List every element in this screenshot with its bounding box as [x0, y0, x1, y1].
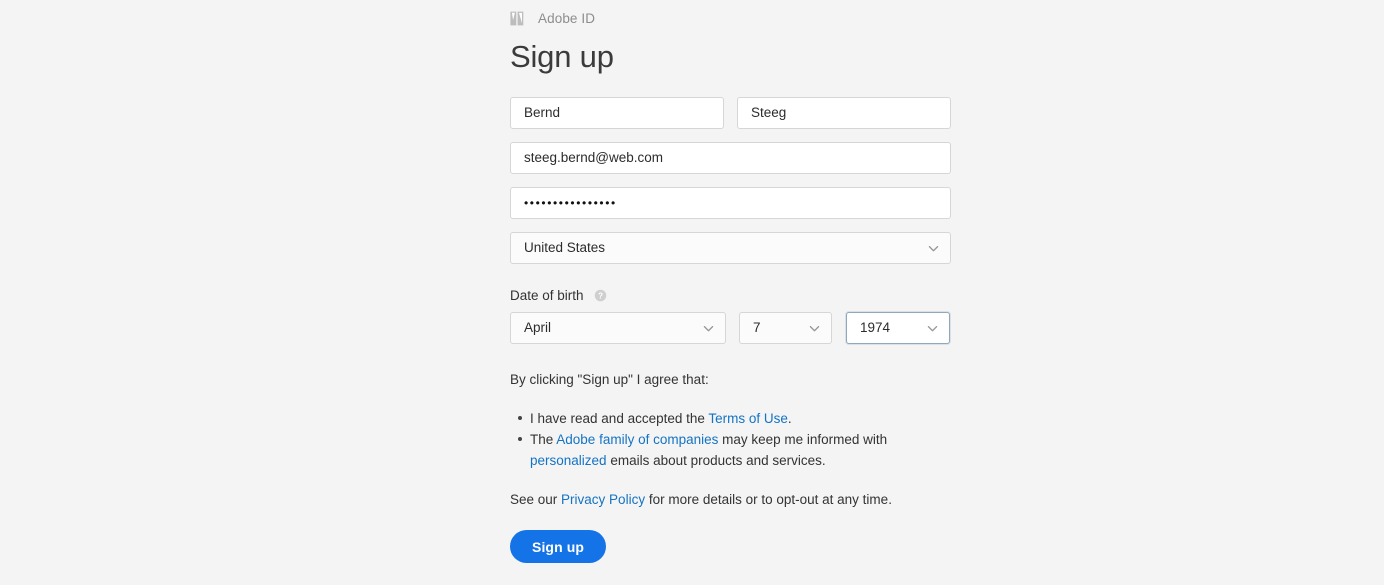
first-name-value: Bernd — [524, 105, 561, 121]
chevron-down-icon — [809, 325, 820, 331]
legal-bullet-marketing: The Adobe family of companies may keep m… — [510, 429, 951, 472]
country-value: United States — [524, 240, 606, 256]
help-circle-icon[interactable]: ? — [594, 289, 607, 302]
brand-header: Adobe ID — [510, 0, 951, 30]
adobe-a-logo-icon — [510, 11, 524, 25]
password-masked-value: •••••••••••••••• — [524, 196, 617, 210]
first-name-input[interactable]: Bernd — [510, 97, 724, 129]
date-of-birth-row: April 7 1974 — [510, 312, 951, 344]
password-row: •••••••••••••••• — [510, 187, 951, 219]
adobe-family-link[interactable]: Adobe family of companies — [556, 432, 718, 447]
country-row: United States — [510, 232, 951, 264]
privacy-policy-link[interactable]: Privacy Policy — [561, 492, 645, 507]
email-value: steeg.bernd@web.com — [524, 150, 664, 166]
svg-text:?: ? — [598, 292, 603, 301]
password-input[interactable]: •••••••••••••••• — [510, 187, 951, 219]
privacy-policy-line: See our Privacy Policy for more details … — [510, 491, 951, 509]
chevron-down-icon — [928, 245, 939, 251]
chevron-down-icon — [703, 325, 714, 331]
birth-day-select[interactable]: 7 — [739, 312, 832, 344]
birth-day-value: 7 — [753, 320, 761, 336]
privacy-text-before: See our — [510, 491, 562, 507]
birth-year-value: 1974 — [860, 320, 891, 336]
legal-terms-text-before: I have read and accepted the — [530, 410, 709, 426]
legal-intro-text: By clicking "Sign up" I agree that: — [510, 372, 709, 387]
signup-form-column: Adobe ID Sign up Bernd Steeg steeg.bernd… — [510, 0, 951, 585]
name-row: Bernd Steeg — [510, 97, 951, 129]
email-input[interactable]: steeg.bernd@web.com — [510, 142, 951, 174]
last-name-input[interactable]: Steeg — [737, 97, 951, 129]
birth-year-select[interactable]: 1974 — [846, 312, 950, 344]
legal-terms-text-after: . — [787, 410, 792, 426]
legal-marketing-text-before: The — [530, 431, 557, 447]
page-title: Sign up — [510, 39, 614, 74]
date-of-birth-label-row: Date of birth ? — [510, 288, 951, 303]
legal-bullet-list: I have read and accepted the Terms of Us… — [510, 408, 951, 472]
legal-marketing-text-middle: may keep me informed with — [718, 431, 888, 447]
legal-marketing-text-after: emails about products and services. — [606, 453, 826, 469]
email-row: steeg.bernd@web.com — [510, 142, 951, 174]
personalized-link[interactable]: personalized — [530, 453, 607, 468]
brand-name-label: Adobe ID — [538, 10, 596, 26]
terms-of-use-link[interactable]: Terms of Use — [708, 411, 788, 426]
legal-bullet-terms: I have read and accepted the Terms of Us… — [510, 408, 951, 429]
birth-month-select[interactable]: April — [510, 312, 726, 344]
country-select[interactable]: United States — [510, 232, 951, 264]
chevron-down-icon — [927, 325, 938, 331]
last-name-value: Steeg — [751, 105, 787, 121]
birth-month-value: April — [524, 320, 552, 336]
privacy-text-after: for more details or to opt-out at any ti… — [645, 491, 892, 507]
signup-page: Adobe ID Sign up Bernd Steeg steeg.bernd… — [0, 0, 1384, 585]
signup-button[interactable]: Sign up — [510, 530, 607, 564]
date-of-birth-label: Date of birth — [510, 288, 584, 303]
